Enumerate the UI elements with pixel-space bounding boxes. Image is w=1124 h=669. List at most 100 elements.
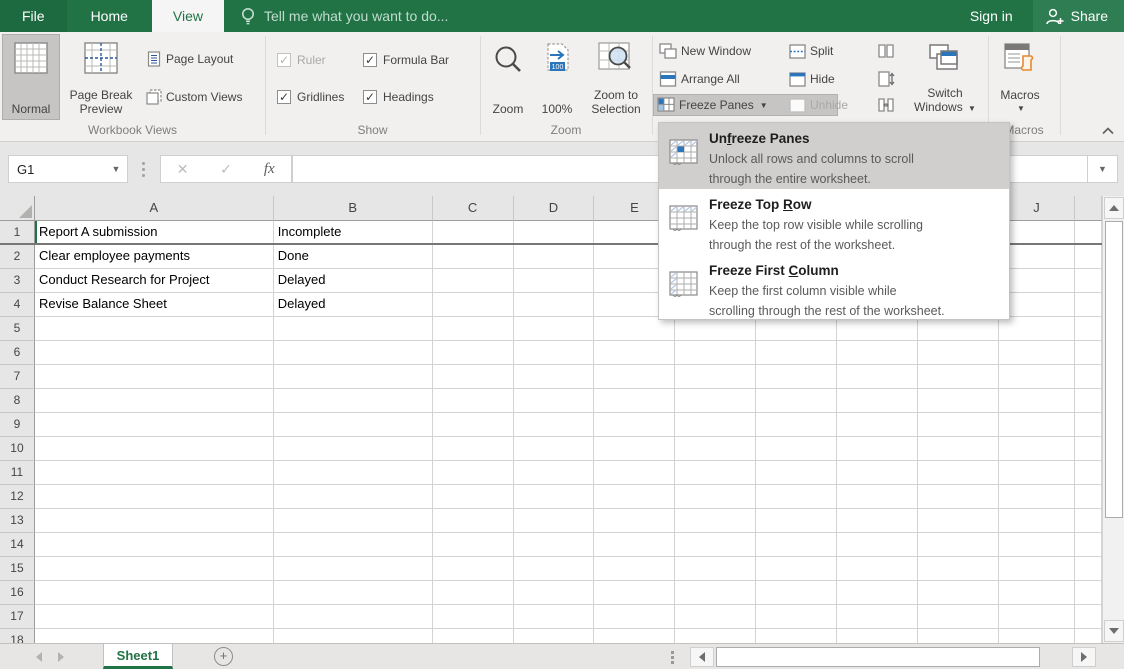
cell-D16[interactable] (514, 581, 595, 605)
cell-J16[interactable] (999, 581, 1075, 605)
cell-D4[interactable] (514, 293, 595, 317)
column-header-B[interactable]: B (274, 196, 433, 221)
row-header-1[interactable]: 1 (0, 221, 35, 245)
cell-J13[interactable] (999, 509, 1075, 533)
cell-D14[interactable] (514, 533, 595, 557)
cell-H18[interactable] (837, 629, 918, 643)
cell-E8[interactable] (594, 389, 675, 413)
cell-J10[interactable] (999, 437, 1075, 461)
cell-B17[interactable] (274, 605, 433, 629)
cell-D9[interactable] (514, 413, 595, 437)
cell-K14[interactable] (1075, 533, 1102, 557)
normal-view-button[interactable]: Normal (2, 34, 60, 120)
row-header-13[interactable]: 13 (0, 509, 35, 533)
sheet-tab-sheet1[interactable]: Sheet1 (103, 644, 173, 669)
cell-B2[interactable]: Done (274, 245, 433, 269)
row-header-4[interactable]: 4 (0, 293, 35, 317)
cell-E16[interactable] (594, 581, 675, 605)
cell-I9[interactable] (918, 413, 999, 437)
cell-F15[interactable] (675, 557, 756, 581)
sign-in-button[interactable]: Sign in (950, 0, 1033, 32)
cell-A7[interactable] (35, 365, 274, 389)
cell-J14[interactable] (999, 533, 1075, 557)
cell-B10[interactable] (274, 437, 433, 461)
cell-I6[interactable] (918, 341, 999, 365)
zoom-to-selection-button[interactable]: Zoom to Selection (582, 34, 650, 120)
cell-J12[interactable] (999, 485, 1075, 509)
cell-H15[interactable] (837, 557, 918, 581)
cell-A16[interactable] (35, 581, 274, 605)
cell-B13[interactable] (274, 509, 433, 533)
scroll-right-button[interactable] (1072, 647, 1096, 667)
cell-H6[interactable] (837, 341, 918, 365)
ruler-checkbox[interactable]: ✓ Ruler (277, 52, 326, 68)
new-window-button[interactable]: New Window (656, 40, 754, 62)
cell-B5[interactable] (274, 317, 433, 341)
cell-F12[interactable] (675, 485, 756, 509)
formula-bar-checkbox[interactable]: ✓ Formula Bar (363, 52, 449, 68)
cell-E11[interactable] (594, 461, 675, 485)
cell-B9[interactable] (274, 413, 433, 437)
cell-E15[interactable] (594, 557, 675, 581)
tab-scrollbar-splitter[interactable] (668, 648, 676, 666)
formula-bar-dots-separator[interactable] (138, 155, 148, 183)
cell-C8[interactable] (433, 389, 514, 413)
column-header-A[interactable]: A (35, 196, 274, 221)
cell-C12[interactable] (433, 485, 514, 509)
cell-J17[interactable] (999, 605, 1075, 629)
page-break-preview-button[interactable]: Page Break Preview (62, 34, 140, 120)
cell-I7[interactable] (918, 365, 999, 389)
cell-G6[interactable] (756, 341, 837, 365)
share-button[interactable]: Share (1033, 0, 1124, 32)
cell-G16[interactable] (756, 581, 837, 605)
menu-item-freeze-top-row[interactable]: Freeze Top Row Keep the top row visible … (659, 189, 1009, 255)
cell-G10[interactable] (756, 437, 837, 461)
cell-C15[interactable] (433, 557, 514, 581)
cell-J3[interactable] (999, 269, 1075, 293)
cell-G9[interactable] (756, 413, 837, 437)
cell-K12[interactable] (1075, 485, 1102, 509)
row-header-6[interactable]: 6 (0, 341, 35, 365)
cell-H8[interactable] (837, 389, 918, 413)
macros-button[interactable]: Macros ▼ (992, 34, 1048, 120)
cell-C9[interactable] (433, 413, 514, 437)
row-header-11[interactable]: 11 (0, 461, 35, 485)
scroll-left-button[interactable] (690, 647, 714, 667)
cell-C3[interactable] (433, 269, 514, 293)
cell-H10[interactable] (837, 437, 918, 461)
cell-D13[interactable] (514, 509, 595, 533)
cell-K13[interactable] (1075, 509, 1102, 533)
cell-G18[interactable] (756, 629, 837, 643)
cell-B12[interactable] (274, 485, 433, 509)
cell-I11[interactable] (918, 461, 999, 485)
cell-K2[interactable] (1075, 245, 1102, 269)
previous-sheet-icon[interactable] (36, 652, 42, 662)
cell-K17[interactable] (1075, 605, 1102, 629)
cell-D18[interactable] (514, 629, 595, 643)
cell-G15[interactable] (756, 557, 837, 581)
cell-C13[interactable] (433, 509, 514, 533)
cell-A17[interactable] (35, 605, 274, 629)
cell-E14[interactable] (594, 533, 675, 557)
cell-J9[interactable] (999, 413, 1075, 437)
cell-K16[interactable] (1075, 581, 1102, 605)
cell-B16[interactable] (274, 581, 433, 605)
cell-A8[interactable] (35, 389, 274, 413)
cell-F17[interactable] (675, 605, 756, 629)
cell-D8[interactable] (514, 389, 595, 413)
cell-F8[interactable] (675, 389, 756, 413)
cell-I15[interactable] (918, 557, 999, 581)
row-header-12[interactable]: 12 (0, 485, 35, 509)
vertical-scrollbar[interactable] (1102, 196, 1124, 643)
cell-B8[interactable] (274, 389, 433, 413)
cell-E12[interactable] (594, 485, 675, 509)
cell-J2[interactable] (999, 245, 1075, 269)
cell-C2[interactable] (433, 245, 514, 269)
cell-B1[interactable]: Incomplete (274, 221, 433, 245)
cell-K8[interactable] (1075, 389, 1102, 413)
cell-F13[interactable] (675, 509, 756, 533)
name-box[interactable]: G1 ▼ (8, 155, 128, 183)
arrange-all-button[interactable]: Arrange All (656, 68, 743, 90)
switch-windows-button[interactable]: Switch Windows ▼ (906, 34, 984, 120)
cell-K5[interactable] (1075, 317, 1102, 341)
